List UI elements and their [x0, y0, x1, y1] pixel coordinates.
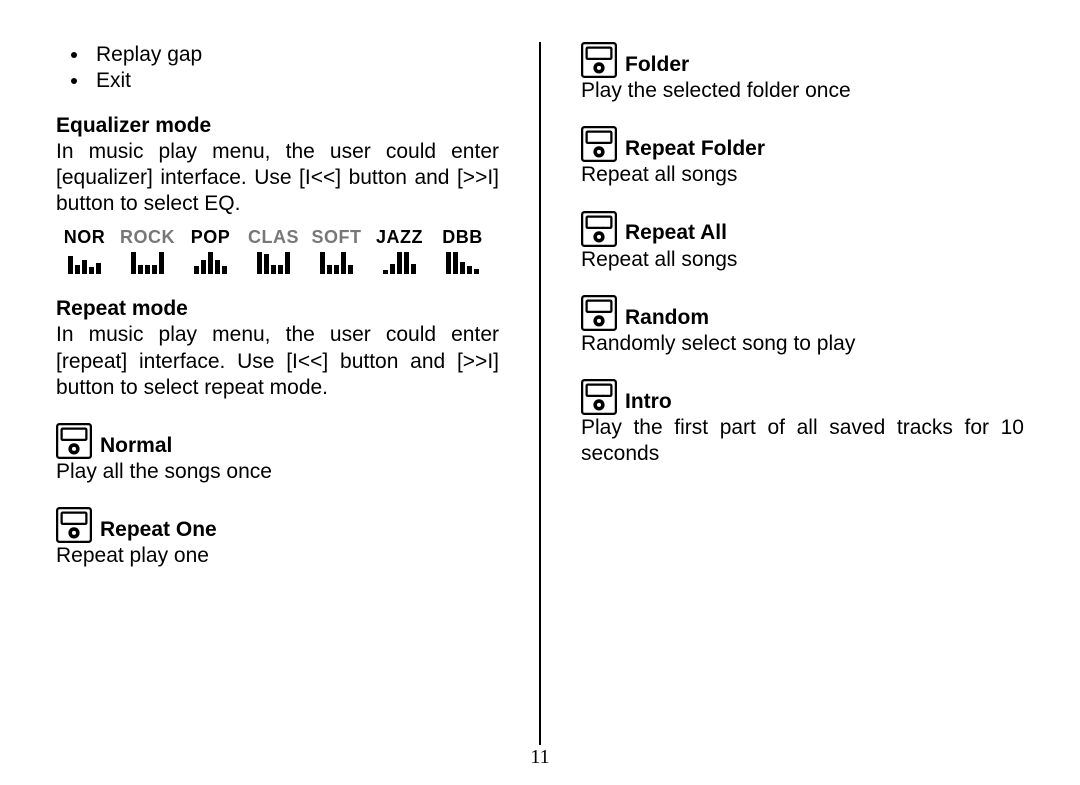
eq-preset-label: JAZZ — [376, 226, 423, 249]
mode-head: Repeat One — [56, 507, 499, 543]
mode-description: Play the first part of all saved tracks … — [581, 415, 1024, 468]
player-icon — [581, 126, 617, 162]
bullet-item: Replay gap — [90, 42, 499, 68]
mode-head: Random — [581, 295, 1024, 331]
eq-preset-label: POP — [191, 226, 231, 249]
eq-bars-icon — [68, 250, 101, 274]
player-icon — [56, 507, 92, 543]
player-icon — [581, 211, 617, 247]
eq-bars-icon — [194, 250, 227, 274]
mode-item: NormalPlay all the songs once — [56, 423, 499, 485]
player-icon — [581, 295, 617, 331]
eq-bars-icon — [446, 250, 479, 274]
mode-description: Play all the songs once — [56, 459, 499, 485]
page-number: 11 — [0, 746, 1080, 769]
mode-description: Repeat all songs — [581, 247, 1024, 273]
mode-title: Random — [625, 305, 709, 331]
mode-item: IntroPlay the first part of all saved tr… — [581, 379, 1024, 468]
repeat-mode-text: In music play menu, the user could enter… — [56, 322, 499, 401]
mode-head: Repeat Folder — [581, 126, 1024, 162]
eq-preset: DBB — [434, 226, 491, 275]
mode-item: FolderPlay the selected folder once — [581, 42, 1024, 104]
mode-description: Repeat all songs — [581, 162, 1024, 188]
eq-bars-icon — [383, 250, 416, 274]
player-icon — [581, 379, 617, 415]
mode-title: Intro — [625, 389, 672, 415]
mode-description: Play the selected folder once — [581, 78, 1024, 104]
eq-preset: ROCK — [119, 226, 176, 275]
eq-preset-label: NOR — [64, 226, 106, 249]
eq-preset-label: SOFT — [312, 226, 362, 249]
mode-item: RandomRandomly select song to play — [581, 295, 1024, 357]
mode-title: Folder — [625, 52, 689, 78]
eq-preset-label: DBB — [442, 226, 483, 249]
player-icon — [581, 42, 617, 78]
player-icon — [56, 423, 92, 459]
mode-head: Folder — [581, 42, 1024, 78]
equalizer-mode-heading: Equalizer mode — [56, 113, 499, 139]
bullet-item: Exit — [90, 68, 499, 94]
mode-title: Repeat Folder — [625, 136, 765, 162]
mode-item: Repeat AllRepeat all songs — [581, 211, 1024, 273]
eq-preset-label: CLAS — [248, 226, 299, 249]
menu-bullets: Replay gap Exit — [56, 42, 499, 95]
left-column: Replay gap Exit Equalizer mode In music … — [56, 42, 541, 745]
mode-description: Repeat play one — [56, 543, 499, 569]
mode-title: Repeat All — [625, 220, 727, 246]
mode-title: Repeat One — [100, 517, 217, 543]
right-column: FolderPlay the selected folder once Repea… — [541, 42, 1024, 745]
eq-preset-label: ROCK — [120, 226, 175, 249]
equalizer-mode-text: In music play menu, the user could enter… — [56, 139, 499, 218]
repeat-mode-heading: Repeat mode — [56, 296, 499, 322]
mode-description: Randomly select song to play — [581, 331, 1024, 357]
mode-head: Repeat All — [581, 211, 1024, 247]
equalizer-preset-strip: NOR ROCK POP CLAS SOFT JAZZ DBB — [56, 226, 499, 275]
mode-item: Repeat OneRepeat play one — [56, 507, 499, 569]
mode-title: Normal — [100, 433, 172, 459]
eq-bars-icon — [131, 250, 164, 274]
right-mode-list: FolderPlay the selected folder once Repea… — [581, 42, 1024, 468]
eq-preset: POP — [182, 226, 239, 275]
eq-preset: CLAS — [245, 226, 302, 275]
mode-item: Repeat FolderRepeat all songs — [581, 126, 1024, 188]
eq-bars-icon — [257, 250, 290, 274]
eq-preset: SOFT — [308, 226, 365, 275]
mode-head: Normal — [56, 423, 499, 459]
eq-preset: JAZZ — [371, 226, 428, 275]
left-mode-list: NormalPlay all the songs once Repeat OneR… — [56, 423, 499, 570]
mode-head: Intro — [581, 379, 1024, 415]
eq-preset: NOR — [56, 226, 113, 275]
eq-bars-icon — [320, 250, 353, 274]
